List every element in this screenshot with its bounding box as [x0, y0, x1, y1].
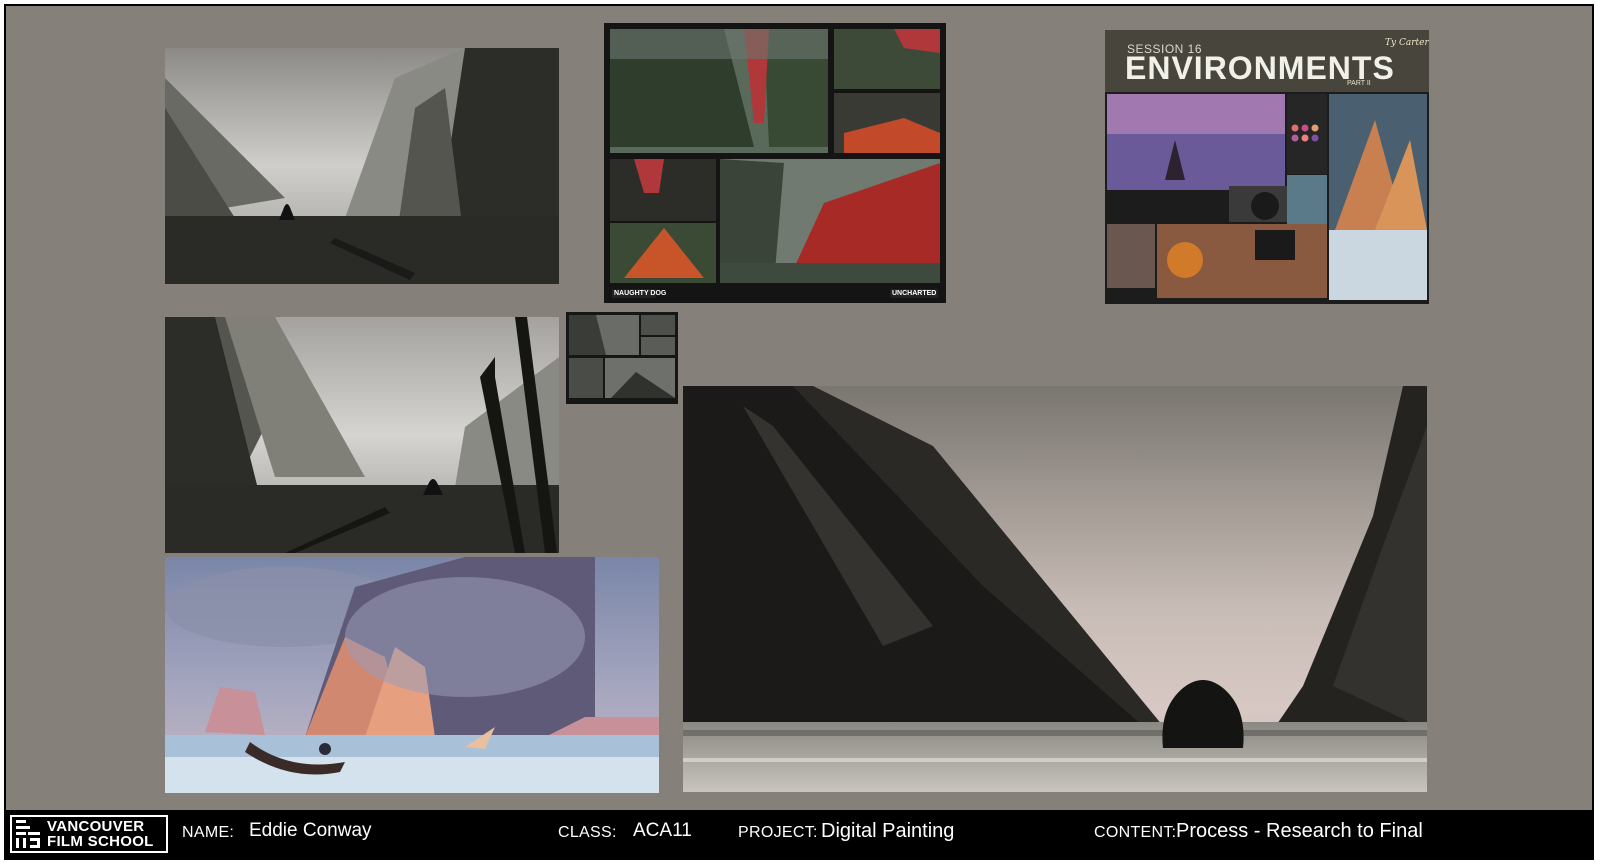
content-value: Process - Research to Final	[1176, 820, 1423, 842]
poster-part: PART II	[1347, 80, 1371, 87]
footer-bar: VANCOUVER FILM SCHOOL NAME: Eddie Conway…	[6, 810, 1592, 858]
uncharted-logo: UNCHARTED	[892, 290, 937, 297]
final-painting	[683, 386, 1427, 792]
environments-poster: SESSION 16 ENVIRONMENTS PART II Ty Carte…	[1105, 30, 1429, 304]
logo-line-1: VANCOUVER	[47, 818, 145, 835]
project-label: PROJECT:	[738, 824, 818, 841]
vfs-logo-icon	[16, 820, 40, 848]
class-label: CLASS:	[558, 824, 617, 841]
name-value: Eddie Conway	[249, 820, 372, 841]
color-painting-glacier	[165, 557, 659, 793]
name-label: NAME:	[182, 824, 235, 841]
portfolio-frame: NAUGHTY DOG UNCHARTED SESSION 16 ENVIRON…	[4, 4, 1594, 860]
reference-thumbnail-board	[566, 312, 678, 404]
project-value: Digital Painting	[821, 820, 955, 842]
art-board: NAUGHTY DOG UNCHARTED SESSION 16 ENVIRON…	[6, 6, 1592, 810]
value-sketch-2	[165, 317, 559, 553]
class-value: ACA11	[633, 820, 692, 841]
poster-author: Ty Carter	[1385, 38, 1429, 48]
content-label: CONTENT:	[1094, 824, 1177, 841]
vfs-logo-text: VANCOUVER FILM SCHOOL	[47, 819, 154, 849]
logo-line-2: FILM SCHOOL	[47, 833, 154, 850]
reference-board-uncharted: NAUGHTY DOG UNCHARTED	[604, 23, 946, 303]
value-sketch-1	[165, 48, 559, 284]
naughty-dog-logo: NAUGHTY DOG	[614, 290, 667, 297]
vfs-logo: VANCOUVER FILM SCHOOL	[10, 815, 168, 853]
